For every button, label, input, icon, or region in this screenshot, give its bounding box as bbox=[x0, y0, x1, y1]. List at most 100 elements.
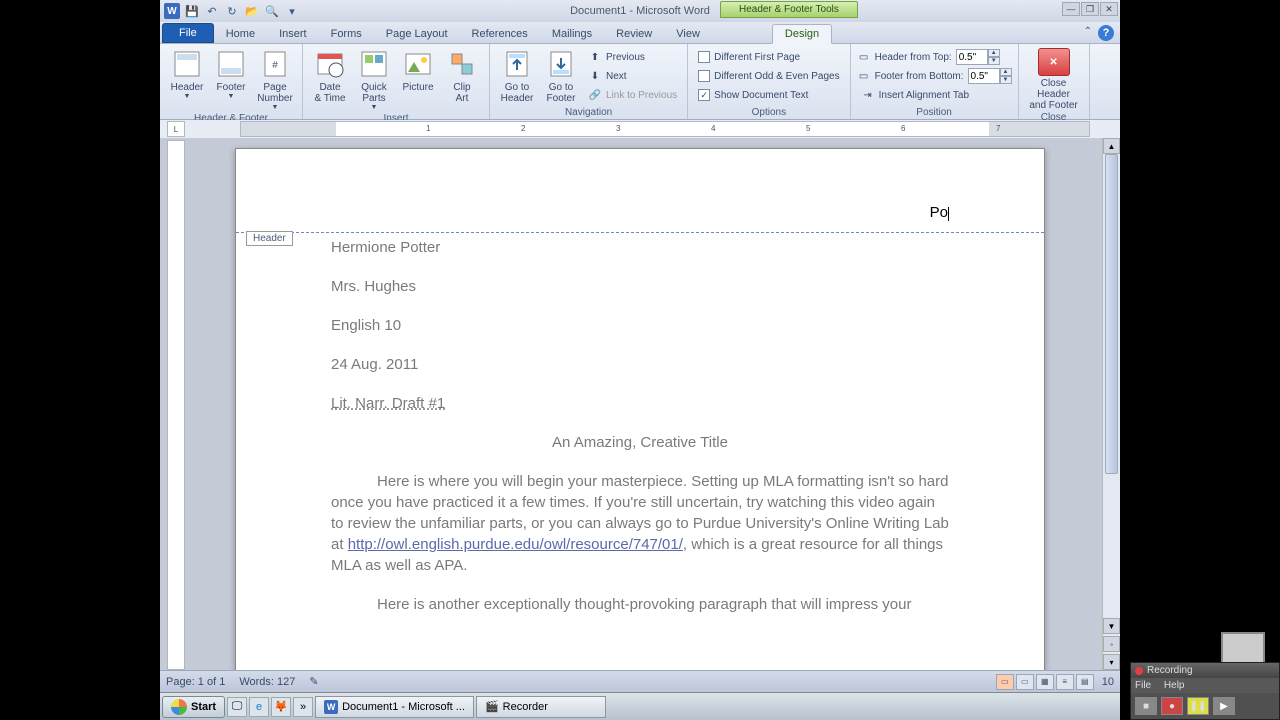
undo-icon[interactable]: ↶ bbox=[204, 3, 220, 19]
scroll-down-icon[interactable]: ▼ bbox=[1103, 618, 1120, 634]
goto-header-icon bbox=[501, 48, 533, 80]
next-button[interactable]: ⬇Next bbox=[584, 67, 681, 85]
minimize-button[interactable]: — bbox=[1062, 2, 1080, 16]
status-bar: Page: 1 of 1 Words: 127 ✎ ▭ ▭ ▦ ≡ ▤ 10 bbox=[160, 670, 1120, 692]
footer-icon bbox=[215, 48, 247, 80]
page-number-button[interactable]: # Page Number▼ bbox=[254, 46, 296, 112]
context-tool-tab: Header & Footer Tools bbox=[720, 1, 858, 18]
redo-icon[interactable]: ↻ bbox=[224, 3, 240, 19]
recorder-icon: 🎬 bbox=[485, 700, 499, 713]
footer-from-bottom-input[interactable]: ▲▼ bbox=[968, 68, 1012, 84]
close-icon: ✕ bbox=[1038, 48, 1070, 76]
word-taskbar-button[interactable]: W Document1 - Microsoft ... bbox=[315, 696, 474, 718]
pause-button[interactable]: ❚❚ bbox=[1187, 697, 1209, 715]
show-document-text-checkbox[interactable]: ✓Show Document Text bbox=[694, 86, 843, 104]
header-from-top-input[interactable]: ▲▼ bbox=[956, 49, 1000, 65]
design-tab[interactable]: Design bbox=[772, 24, 832, 44]
recorder-taskbar-button[interactable]: 🎬 Recorder bbox=[476, 696, 606, 718]
ie-icon[interactable]: e bbox=[249, 697, 269, 717]
goto-header-button[interactable]: Go to Header bbox=[496, 46, 538, 104]
footer-button[interactable]: Footer▼ bbox=[210, 46, 252, 101]
home-tab[interactable]: Home bbox=[214, 25, 267, 43]
print-layout-view-icon[interactable]: ▭ bbox=[996, 674, 1014, 690]
picture-icon bbox=[402, 48, 434, 80]
header-text[interactable]: Po bbox=[331, 204, 949, 222]
forms-tab[interactable]: Forms bbox=[319, 25, 374, 43]
position-group-label: Position bbox=[857, 106, 1012, 119]
footer-from-bottom-row: ▭ Footer from Bottom: ▲▼ bbox=[857, 67, 1012, 85]
overflow-icon[interactable]: » bbox=[293, 697, 313, 717]
goto-footer-button[interactable]: Go to Footer bbox=[540, 46, 582, 104]
link-previous-button[interactable]: 🔗Link to Previous bbox=[584, 86, 681, 104]
restore-button[interactable]: ❐ bbox=[1081, 2, 1099, 16]
clip-art-button[interactable]: Clip Art bbox=[441, 46, 483, 104]
close-window-button[interactable]: ✕ bbox=[1100, 2, 1118, 16]
view-tab[interactable]: View bbox=[664, 25, 712, 43]
insert-tab[interactable]: Insert bbox=[267, 25, 319, 43]
zoom-level[interactable]: 10 bbox=[1102, 676, 1114, 688]
stop-button[interactable]: ■ bbox=[1135, 697, 1157, 715]
document-body[interactable]: Hermione Potter Mrs. Hughes English 10 2… bbox=[236, 232, 1044, 638]
review-tab[interactable]: Review bbox=[604, 25, 664, 43]
firefox-icon[interactable]: 🦊 bbox=[271, 697, 291, 717]
quick-parts-button[interactable]: Quick Parts▼ bbox=[353, 46, 395, 112]
page-status[interactable]: Page: 1 of 1 bbox=[166, 676, 225, 688]
recorder-titlebar[interactable]: Recording bbox=[1131, 663, 1279, 678]
header-label-tab: Header bbox=[246, 231, 293, 246]
horizontal-ruler[interactable]: 1 2 3 4 5 6 7 bbox=[240, 121, 1090, 137]
insert-alignment-tab-button[interactable]: ⇥Insert Alignment Tab bbox=[857, 86, 1012, 104]
record-button[interactable]: ● bbox=[1161, 697, 1183, 715]
window-title: Document1 - Microsoft Word bbox=[160, 5, 1120, 17]
different-first-page-checkbox[interactable]: Different First Page bbox=[694, 48, 843, 66]
recorder-window: Recording File Help ■ ● ❚❚ ▶ bbox=[1130, 662, 1280, 720]
navigation-group-label: Navigation bbox=[496, 106, 681, 119]
start-button[interactable]: Start bbox=[162, 696, 225, 718]
different-odd-even-checkbox[interactable]: Different Odd & Even Pages bbox=[694, 67, 843, 85]
header-top-icon: ▭ bbox=[857, 50, 871, 64]
date-time-button[interactable]: Date & Time bbox=[309, 46, 351, 104]
draft-view-icon[interactable]: ▤ bbox=[1076, 674, 1094, 690]
next-page-icon[interactable]: ▾ bbox=[1103, 654, 1120, 670]
checkbox-icon bbox=[698, 70, 710, 82]
references-tab[interactable]: References bbox=[460, 25, 540, 43]
word-app-icon: W bbox=[164, 3, 180, 19]
scroll-thumb[interactable] bbox=[1105, 154, 1118, 474]
mailings-tab[interactable]: Mailings bbox=[540, 25, 604, 43]
tab-selector[interactable]: L bbox=[167, 121, 185, 137]
windows-logo-icon bbox=[171, 699, 187, 715]
align-tab-icon: ⇥ bbox=[861, 88, 875, 102]
vertical-ruler[interactable] bbox=[167, 140, 185, 670]
show-desktop-icon[interactable]: 🖵 bbox=[227, 697, 247, 717]
minimize-ribbon-icon[interactable]: ⌃ bbox=[1084, 26, 1092, 37]
document-area: Po Header Hermione Potter Mrs. Hughes En… bbox=[160, 138, 1120, 670]
page: Po Header Hermione Potter Mrs. Hughes En… bbox=[235, 148, 1045, 670]
help-icon[interactable]: ? bbox=[1098, 25, 1114, 41]
recorder-help-menu[interactable]: Help bbox=[1164, 680, 1185, 691]
picture-button[interactable]: Picture bbox=[397, 46, 439, 93]
outline-view-icon[interactable]: ≡ bbox=[1056, 674, 1074, 690]
save-icon[interactable]: 💾 bbox=[184, 3, 200, 19]
ribbon-tabs: File Home Insert Forms Page Layout Refer… bbox=[160, 22, 1120, 44]
web-layout-view-icon[interactable]: ▦ bbox=[1036, 674, 1054, 690]
open-icon[interactable]: 📂 bbox=[244, 3, 260, 19]
prev-page-icon[interactable]: ◦ bbox=[1103, 636, 1120, 652]
previous-button[interactable]: ⬆Previous bbox=[584, 48, 681, 66]
scroll-up-icon[interactable]: ▲ bbox=[1103, 138, 1120, 154]
file-tab[interactable]: File bbox=[162, 23, 214, 43]
full-screen-view-icon[interactable]: ▭ bbox=[1016, 674, 1034, 690]
close-header-footer-button[interactable]: ✕ Close Header and Footer bbox=[1025, 46, 1083, 111]
vertical-scrollbar[interactable]: ▲ ▼ ◦ ▾ bbox=[1102, 138, 1120, 670]
essay-title: An Amazing, Creative Title bbox=[331, 432, 949, 453]
previous-icon: ⬆ bbox=[588, 50, 602, 64]
header-button[interactable]: Header▼ bbox=[166, 46, 208, 101]
preview-icon[interactable]: 🔍 bbox=[264, 3, 280, 19]
recorder-file-menu[interactable]: File bbox=[1135, 680, 1151, 691]
word-count[interactable]: Words: 127 bbox=[239, 676, 295, 688]
next-button[interactable]: ▶ bbox=[1213, 697, 1235, 715]
page-layout-tab[interactable]: Page Layout bbox=[374, 25, 460, 43]
qat-dropdown-icon[interactable]: ▾ bbox=[284, 3, 300, 19]
proofing-icon[interactable]: ✎ bbox=[309, 675, 318, 688]
options-group-label: Options bbox=[694, 106, 843, 119]
header-region[interactable]: Po bbox=[236, 189, 1044, 232]
link-icon: 🔗 bbox=[588, 88, 602, 102]
